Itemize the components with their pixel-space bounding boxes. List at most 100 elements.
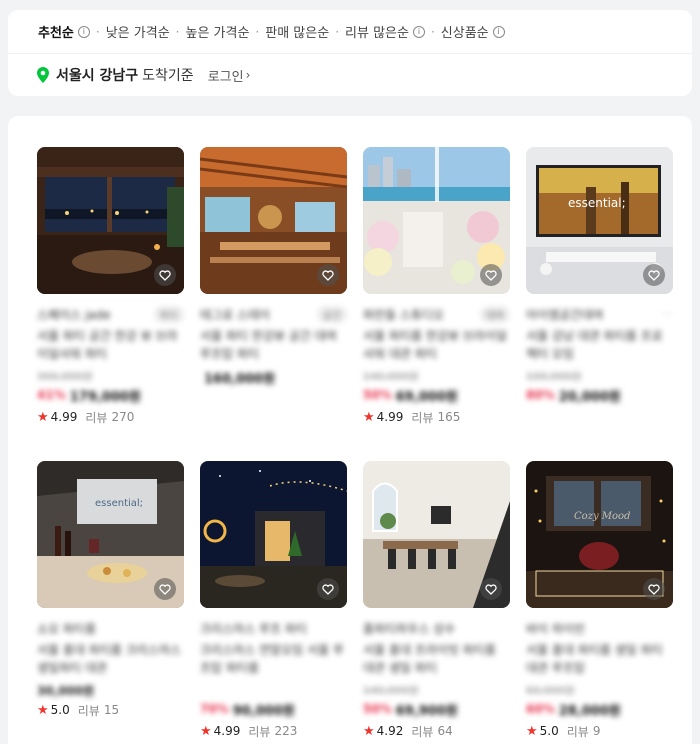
- sale-price: 69,900원: [395, 703, 458, 719]
- sort-recommended[interactable]: 추천순 i: [38, 22, 90, 41]
- location-suffix: 도착기준: [142, 68, 194, 84]
- shop-name[interactable]: 테그로 스테이: [200, 306, 270, 323]
- shop-badge: 파티: [153, 305, 184, 323]
- login-label: 로그인: [207, 69, 244, 85]
- product-card[interactable]: 홈파티하우스 성수 서울 홍대 프라이빗 파티룸 대관 생일 파티 140,00…: [363, 461, 510, 739]
- product-card[interactable]: Cozy Mood 바이 하이빈 서울 홍대 파티룸 생일 파티 대관 루프탑 …: [526, 461, 673, 739]
- sort-high-price[interactable]: 높은 가격순: [185, 22, 249, 41]
- wishlist-button[interactable]: [480, 578, 502, 600]
- heart-icon: [648, 583, 660, 595]
- rating-score: 5.0: [50, 703, 70, 717]
- product-thumbnail[interactable]: Cozy Mood: [526, 461, 673, 608]
- shop-badge: 공간: [316, 305, 347, 323]
- star-icon: ★: [363, 409, 375, 425]
- shop-name[interactable]: 바이 하이빈: [526, 620, 585, 637]
- rating-score: 4.99: [50, 410, 78, 424]
- product-title[interactable]: 크리스마스 연말모임 서울 루프탑 파티룸: [200, 641, 347, 677]
- filter-panel: 추천순 i · 낮은 가격순 · 높은 가격순 · 판매 많은순 · 리뷰 많은…: [8, 10, 692, 96]
- heart-icon: [159, 583, 171, 595]
- product-thumbnail[interactable]: [200, 461, 347, 608]
- product-thumbnail[interactable]: essential;: [37, 461, 184, 608]
- sort-label: 추천순: [38, 26, 74, 41]
- product-card[interactable]: 스페이스 jade 파티 서울 파티 공간 한강 뷰 브라이덜샤워 파티 300,…: [37, 147, 184, 425]
- svg-text:Cozy Mood: Cozy Mood: [574, 511, 630, 522]
- original-price: 30,000원: [37, 684, 95, 698]
- shop-name[interactable]: 아이엠공간대여: [526, 306, 603, 323]
- review-label: 리뷰: [248, 724, 271, 739]
- rating-score: 4.99: [213, 724, 241, 738]
- product-thumbnail[interactable]: [363, 461, 510, 608]
- product-card[interactable]: 크리스마스 루프 파티 크리스마스 연말모임 서울 루프탑 파티룸 70% 90,…: [200, 461, 347, 739]
- shop-name[interactable]: 스페이스 jade: [37, 306, 111, 323]
- wishlist-button[interactable]: [154, 578, 176, 600]
- info-icon[interactable]: i: [412, 25, 425, 38]
- svg-text:essential;: essential;: [95, 498, 143, 509]
- review-label: 리뷰: [85, 410, 108, 425]
- product-title[interactable]: 서울 홍대 파티룸 크리스마스 생일파티 대관: [37, 641, 184, 677]
- discount-rate: 50%: [363, 388, 392, 402]
- sort-separator: ·: [335, 24, 340, 39]
- location-pin-icon: [37, 67, 49, 83]
- heart-icon: [485, 583, 497, 595]
- sort-label: 높은 가격순: [185, 26, 250, 41]
- wishlist-button[interactable]: [154, 264, 176, 286]
- review-count: 165: [437, 410, 461, 424]
- review-count: 64: [437, 724, 453, 738]
- sort-separator: ·: [255, 24, 260, 39]
- product-title[interactable]: 서울 강남 대관 파티룸 프로젝터 모임: [526, 327, 673, 363]
- product-title[interactable]: 서울 파티 공간 한강 뷰 브라이덜샤워 파티: [37, 327, 184, 363]
- product-thumbnail[interactable]: [200, 147, 347, 294]
- product-title[interactable]: 서울 파티룸 한강뷰 브라이덜 샤워 대관 파티: [363, 327, 510, 363]
- review-label: 리뷰: [566, 724, 589, 739]
- sort-separator: ·: [95, 24, 100, 39]
- shop-name[interactable]: 크리스마스 루프 파티: [200, 620, 307, 637]
- review-count: 9: [592, 724, 601, 738]
- product-card[interactable]: essential; 아이엠공간대여 서울 강남 대관 파티룸 프로젝터 모임 …: [526, 147, 673, 405]
- sort-most-sold[interactable]: 판매 많은순: [265, 22, 329, 41]
- product-thumbnail[interactable]: [363, 147, 510, 294]
- login-link[interactable]: 로그인 ›: [208, 66, 251, 85]
- review-label: 리뷰: [411, 724, 434, 739]
- original-price: 300,000원: [37, 370, 93, 383]
- wishlist-button[interactable]: [480, 264, 502, 286]
- product-card[interactable]: 테그로 스테이 공간 서울 파티 한강뷰 공간 대여 루프탑 파티 160,000…: [200, 147, 347, 387]
- rating-score: 4.92: [376, 724, 404, 738]
- review-count: 223: [274, 724, 298, 738]
- sort-low-price[interactable]: 낮은 가격순: [106, 22, 170, 41]
- sort-newest[interactable]: 신상품순 i: [441, 22, 505, 41]
- sale-price: 69,000원: [395, 389, 458, 405]
- info-icon[interactable]: i: [492, 25, 505, 38]
- discount-rate: 50%: [363, 702, 392, 716]
- discount-rate: 70%: [200, 702, 229, 716]
- shop-name[interactable]: 파란들 스튜디오: [363, 306, 444, 323]
- info-icon[interactable]: i: [77, 25, 90, 38]
- product-grid: 스페이스 jade 파티 서울 파티 공간 한강 뷰 브라이덜샤워 파티 300,…: [8, 116, 692, 744]
- wishlist-button[interactable]: [643, 578, 665, 600]
- star-icon: ★: [200, 723, 212, 739]
- heart-icon: [648, 269, 660, 281]
- product-thumbnail[interactable]: essential;: [526, 147, 673, 294]
- product-title[interactable]: 서울 파티 한강뷰 공간 대여 루프탑 파티: [200, 327, 347, 363]
- wishlist-button[interactable]: [317, 578, 339, 600]
- wishlist-button[interactable]: [317, 264, 339, 286]
- product-card[interactable]: 파란들 스튜디오 대여 서울 파티룸 한강뷰 브라이덜 샤워 대관 파티 140,…: [363, 147, 510, 425]
- sort-label: 리뷰 많은순: [345, 26, 409, 41]
- original-price: 100,000원: [526, 370, 582, 383]
- wishlist-button[interactable]: [643, 264, 665, 286]
- shop-name[interactable]: 홈파티하우스 성수: [363, 620, 455, 637]
- product-title[interactable]: 서울 홍대 프라이빗 파티룸 대관 생일 파티: [363, 641, 510, 677]
- product-card[interactable]: essential; 소모 파티룸 서울 홍대 파티룸 크리스마스 생일파티 대…: [37, 461, 184, 718]
- sort-label: 신상품순: [440, 26, 489, 41]
- sort-most-reviews[interactable]: 리뷰 많은순 i: [345, 22, 425, 41]
- review-count: 270: [111, 410, 135, 424]
- sale-price: 90,000원: [232, 703, 295, 719]
- original-price: 60,000원: [526, 684, 575, 697]
- sort-separator: ·: [430, 24, 435, 39]
- product-title[interactable]: 서울 홍대 파티룸 생일 파티 대관 루프탑: [526, 641, 673, 677]
- shop-name[interactable]: 소모 파티룸: [37, 620, 96, 637]
- location-text[interactable]: 서울시 강남구: [56, 65, 138, 85]
- original-price: [200, 682, 347, 696]
- discount-rate: 60%: [526, 702, 555, 716]
- product-thumbnail[interactable]: [37, 147, 184, 294]
- review-count: 15: [103, 703, 120, 717]
